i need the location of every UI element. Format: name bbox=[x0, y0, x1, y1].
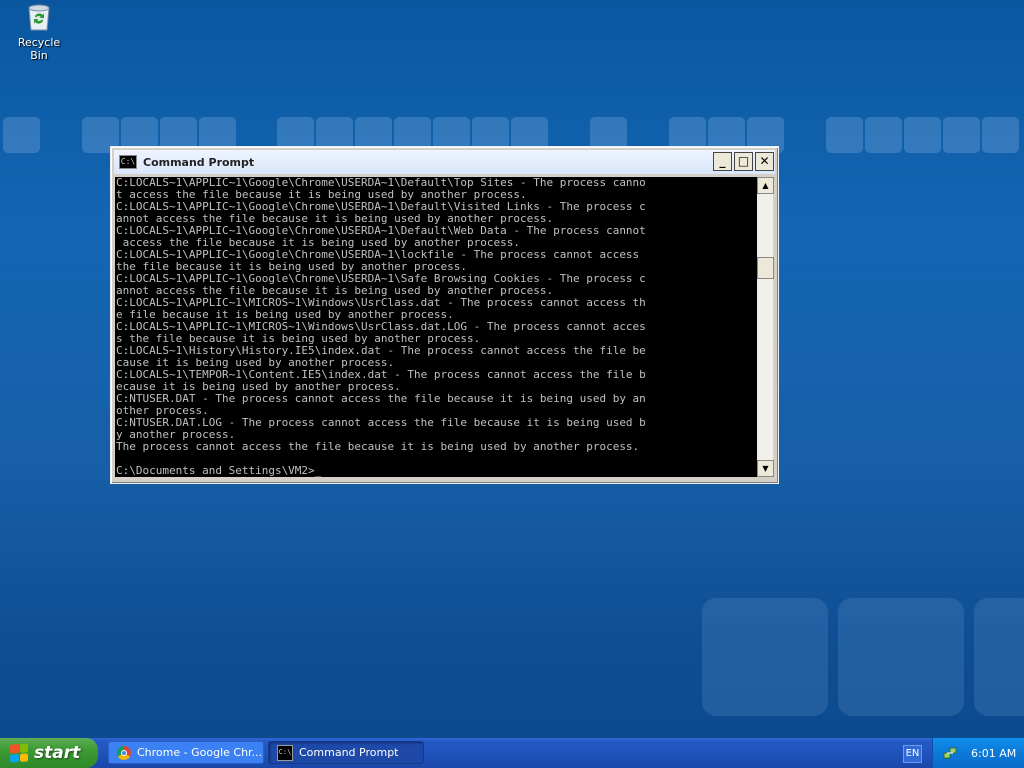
scroll-up-arrow-icon[interactable]: ▲ bbox=[757, 177, 774, 194]
desktop-icon-label: Recycle Bin bbox=[17, 36, 61, 62]
wallpaper-tile bbox=[974, 598, 1024, 716]
window-titlebar[interactable]: C:\ Command Prompt _ □ ✕ bbox=[114, 150, 775, 174]
scroll-down-arrow-icon[interactable]: ▼ bbox=[757, 460, 774, 477]
minimize-button[interactable]: _ bbox=[713, 152, 732, 171]
wallpaper-tile bbox=[838, 598, 964, 716]
console-line: The process cannot access the file becau… bbox=[116, 440, 640, 453]
maximize-button[interactable]: □ bbox=[734, 152, 753, 171]
window-title: Command Prompt bbox=[143, 155, 255, 169]
console-line: C:\Documents and Settings\VM2>_ bbox=[116, 464, 322, 477]
cmd-icon: C:\ bbox=[277, 744, 293, 761]
language-indicator[interactable]: EN bbox=[903, 745, 922, 763]
taskbar: start Chrome - Google Chr... C:\ Command… bbox=[0, 738, 1024, 768]
scroll-thumb[interactable] bbox=[757, 257, 774, 279]
taskbar-item-command-prompt[interactable]: C:\ Command Prompt bbox=[268, 741, 424, 764]
taskbar-item-label: Command Prompt bbox=[299, 746, 399, 759]
network-icon[interactable] bbox=[943, 746, 957, 760]
recycle-bin-icon bbox=[26, 2, 52, 32]
cmd-icon: C:\ bbox=[119, 155, 137, 169]
console-text: C:LOCALS~1\APPLIC~1\Google\Chrome\USERDA… bbox=[115, 177, 757, 477]
close-button[interactable]: ✕ bbox=[755, 152, 774, 171]
start-label: start bbox=[34, 743, 81, 763]
wallpaper-tile bbox=[702, 598, 828, 716]
console-line: C:NTUSER.DAT - The process cannot access… bbox=[116, 392, 646, 405]
taskbar-item-label: Chrome - Google Chr... bbox=[137, 746, 263, 759]
console-output[interactable]: C:LOCALS~1\APPLIC~1\Google\Chrome\USERDA… bbox=[115, 177, 757, 477]
command-prompt-window[interactable]: C:\ Command Prompt _ □ ✕ C:LOCALS~1\APPL… bbox=[110, 146, 779, 484]
system-tray: 6:01 AM bbox=[932, 738, 1024, 768]
windows-flag-icon bbox=[10, 743, 28, 763]
start-button[interactable]: start bbox=[0, 738, 98, 768]
desktop-icon-recycle-bin[interactable]: Recycle Bin bbox=[8, 2, 70, 62]
taskbar-item-chrome[interactable]: Chrome - Google Chr... bbox=[108, 741, 264, 764]
clock[interactable]: 6:01 AM bbox=[971, 747, 1016, 760]
chrome-icon bbox=[117, 745, 131, 760]
vertical-scrollbar[interactable]: ▲ ▼ bbox=[757, 177, 774, 477]
